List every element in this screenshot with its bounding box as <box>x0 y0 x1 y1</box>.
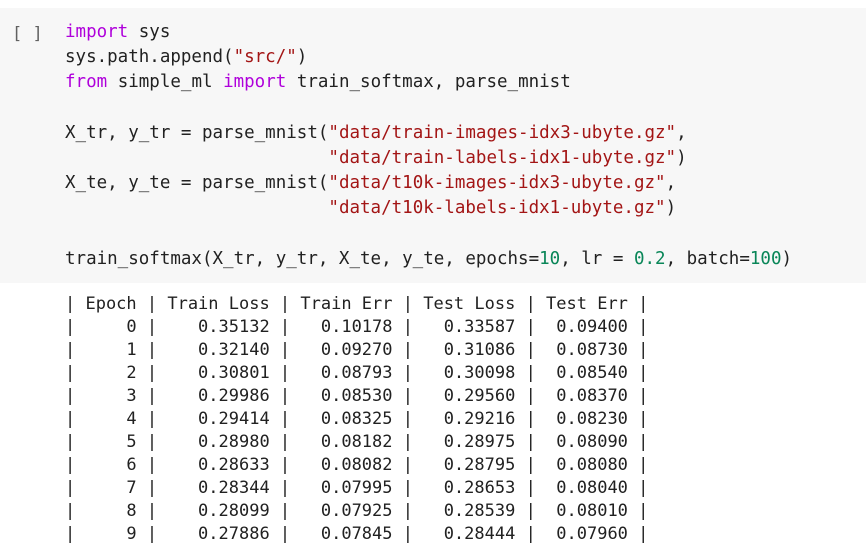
code-text: sys.path.append( <box>65 47 234 68</box>
code-text: train_softmax(X_tr, y_tr, X_te, y_te, ep… <box>65 248 540 269</box>
output-table-header: | Epoch | Train Loss | Train Err | Test … <box>65 294 649 314</box>
output-table-row: | 9 | 0.27886 | 0.07845 | 0.28444 | 0.07… <box>65 524 649 544</box>
code-text: simple_ml <box>107 72 224 93</box>
run-cell-button[interactable]: [ ] <box>12 22 43 47</box>
keyword: from <box>65 72 108 93</box>
string-literal: "data/train-labels-idx1-ubyte.gz" <box>328 148 677 169</box>
code-text: ) <box>781 248 793 269</box>
output-table-row: | 1 | 0.32140 | 0.09270 | 0.31086 | 0.08… <box>65 340 649 360</box>
code-line-5: X_tr, y_tr = parse_mnist("data/train-ima… <box>65 121 792 146</box>
code-text: train_softmax, parse_mnist <box>286 72 571 93</box>
code-line-6: "data/train-labels-idx1-ubyte.gz") <box>65 146 792 171</box>
cell-output: | Epoch | Train Loss | Train Err | Test … <box>65 293 648 546</box>
code-text: , batch= <box>665 248 750 269</box>
output-table-row: | 6 | 0.28633 | 0.08082 | 0.28795 | 0.08… <box>65 455 649 475</box>
string-literal: "data/t10k-images-idx3-ubyte.gz" <box>328 173 666 194</box>
code-text: ) <box>676 148 687 169</box>
code-text: sys <box>128 22 171 42</box>
string-literal: "src/" <box>233 47 297 68</box>
code-text: ) <box>296 47 308 68</box>
output-table-row: | 0 | 0.35132 | 0.10178 | 0.33587 | 0.09… <box>65 317 649 337</box>
number-literal: 10 <box>539 248 561 269</box>
string-literal: "data/t10k-labels-idx1-ubyte.gz" <box>328 198 666 219</box>
keyword: import <box>223 72 287 93</box>
code-text: , lr = <box>560 248 634 269</box>
code-line-8: "data/t10k-labels-idx1-ubyte.gz") <box>65 196 792 221</box>
output-table-row: | 7 | 0.28344 | 0.07995 | 0.28653 | 0.08… <box>65 478 649 498</box>
code-line-10: train_softmax(X_tr, y_tr, X_te, y_te, ep… <box>65 247 792 272</box>
code-line-3: from simple_ml import train_softmax, par… <box>65 70 792 95</box>
code-line-7: X_te, y_te = parse_mnist("data/t10k-imag… <box>65 171 792 196</box>
code-text: ) <box>665 198 677 219</box>
output-table-row: | 4 | 0.29414 | 0.08325 | 0.29216 | 0.08… <box>65 409 649 429</box>
code-line-2: sys.path.append("src/") <box>65 45 792 70</box>
notebook-page: [ ] import sys sys.path.append("src/") fro… <box>0 0 866 550</box>
code-text: X_tr, y_tr = parse_mnist( <box>65 122 329 143</box>
code-text: X_te, y_te = parse_mnist( <box>65 173 329 194</box>
keyword: import <box>65 22 129 42</box>
number-literal: 0.2 <box>633 248 666 269</box>
code-line-1: import sys <box>65 20 792 45</box>
output-table-row: | 8 | 0.28099 | 0.07925 | 0.28539 | 0.08… <box>65 501 649 521</box>
code-text: , <box>676 122 687 143</box>
code-text: , <box>665 173 677 194</box>
string-literal: "data/train-images-idx3-ubyte.gz" <box>328 122 677 143</box>
output-table-row: | 3 | 0.29986 | 0.08530 | 0.29560 | 0.08… <box>65 386 649 406</box>
output-table-row: | 2 | 0.30801 | 0.08793 | 0.30098 | 0.08… <box>65 363 649 383</box>
output-table-row: | 5 | 0.28980 | 0.08182 | 0.28975 | 0.08… <box>65 432 649 452</box>
code-editor[interactable]: import sys sys.path.append("src/") from si… <box>65 20 792 272</box>
number-literal: 100 <box>749 248 782 269</box>
